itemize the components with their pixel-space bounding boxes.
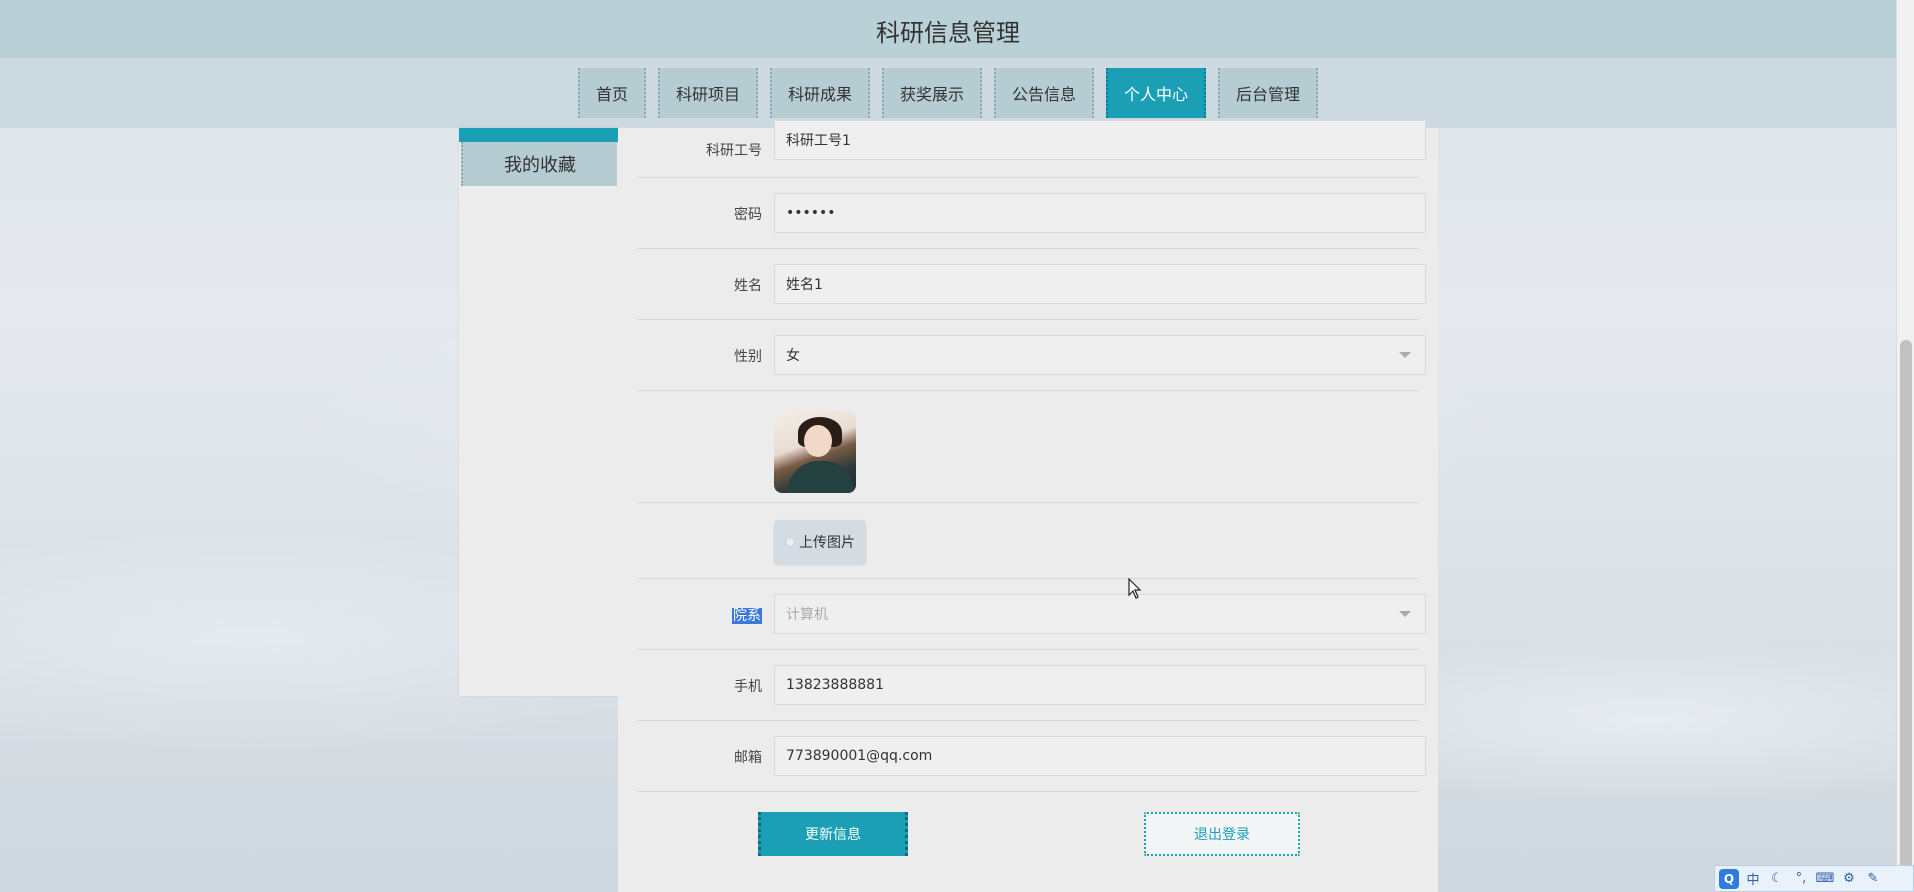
form-row-password: 密码 •••••• xyxy=(638,178,1426,249)
sidebar-accent-strip xyxy=(459,128,619,142)
department-label: 院系 xyxy=(638,605,762,625)
department-select[interactable]: 计算机 xyxy=(774,594,1426,634)
ime-toolbar: Q 中 ☾ °, ⌨ ⚙ ✎ xyxy=(1714,865,1914,892)
site-title: 科研信息管理 xyxy=(876,19,1020,47)
gender-label: 性别 xyxy=(734,349,762,365)
form-row-department: 院系 计算机 xyxy=(638,579,1426,650)
upload-image-label: 上传图片 xyxy=(799,535,855,551)
profile-form-panel: 科研工号 科研工号1 密码 •••••• 姓名 姓名1 性别 女 上传图片 院系… xyxy=(618,120,1438,892)
gender-select-value: 女 xyxy=(786,348,800,364)
password-input[interactable]: •••••• xyxy=(774,193,1426,233)
scrollbar-thumb[interactable] xyxy=(1900,340,1912,870)
upload-image-button[interactable]: 上传图片 xyxy=(774,520,866,564)
nav-item-announcements[interactable]: 公告信息 xyxy=(994,68,1095,118)
punctuation-icon[interactable]: °, xyxy=(1791,871,1811,886)
chevron-down-icon xyxy=(1399,611,1411,617)
nav-item-personal-center[interactable]: 个人中心 xyxy=(1106,68,1207,118)
ime-logo-icon[interactable]: Q xyxy=(1719,868,1739,889)
chevron-down-icon xyxy=(1399,352,1411,358)
sidebar-item-favorites[interactable]: 我的收藏 xyxy=(461,142,617,186)
page-scrollbar[interactable] xyxy=(1896,0,1914,892)
nav-item-research-results[interactable]: 科研成果 xyxy=(769,68,870,118)
nav-item-admin[interactable]: 后台管理 xyxy=(1218,68,1319,118)
form-row-upload: 上传图片 xyxy=(638,503,1418,579)
form-row-phone: 手机 13823888881 xyxy=(638,650,1426,721)
form-row-gender: 性别 女 xyxy=(638,320,1426,391)
staff-id-input[interactable]: 科研工号1 xyxy=(774,120,1426,160)
keyboard-icon[interactable]: ⌨ xyxy=(1815,871,1835,886)
name-label: 姓名 xyxy=(734,278,762,294)
name-input[interactable]: 姓名1 xyxy=(774,264,1426,304)
avatar xyxy=(774,411,856,493)
staff-id-label: 科研工号 xyxy=(706,143,762,159)
sidebar: 我的收藏 xyxy=(459,128,619,696)
nav-item-home[interactable]: 首页 xyxy=(577,68,646,118)
site-header: 科研信息管理 xyxy=(0,0,1896,58)
form-row-avatar xyxy=(638,391,1418,503)
logout-button[interactable]: 退出登录 xyxy=(1144,812,1300,856)
settings-icon[interactable]: ⚙ xyxy=(1839,871,1859,886)
department-label-text: 院系 xyxy=(732,608,762,624)
phone-input[interactable]: 13823888881 xyxy=(774,665,1426,705)
moon-icon[interactable]: ☾ xyxy=(1767,871,1787,886)
form-row-email: 邮箱 773890001@qq.com xyxy=(638,721,1426,792)
email-label: 邮箱 xyxy=(734,750,762,766)
nav-item-research-projects[interactable]: 科研项目 xyxy=(657,68,758,118)
gender-select[interactable]: 女 xyxy=(774,335,1426,375)
nav-item-awards[interactable]: 获奖展示 xyxy=(881,68,982,118)
form-row-staff-id: 科研工号 科研工号1 xyxy=(638,120,1426,178)
password-label: 密码 xyxy=(734,207,762,223)
upload-icon xyxy=(785,537,795,547)
ime-mode-toggle[interactable]: 中 xyxy=(1743,869,1763,888)
main-nav: 首页 科研项目 科研成果 获奖展示 公告信息 个人中心 后台管理 xyxy=(0,58,1896,128)
form-row-name: 姓名 姓名1 xyxy=(638,249,1426,320)
phone-label: 手机 xyxy=(734,679,762,695)
department-select-value: 计算机 xyxy=(786,607,828,623)
email-input[interactable]: 773890001@qq.com xyxy=(774,736,1426,776)
wrench-icon[interactable]: ✎ xyxy=(1863,871,1883,886)
update-info-button[interactable]: 更新信息 xyxy=(758,812,908,856)
